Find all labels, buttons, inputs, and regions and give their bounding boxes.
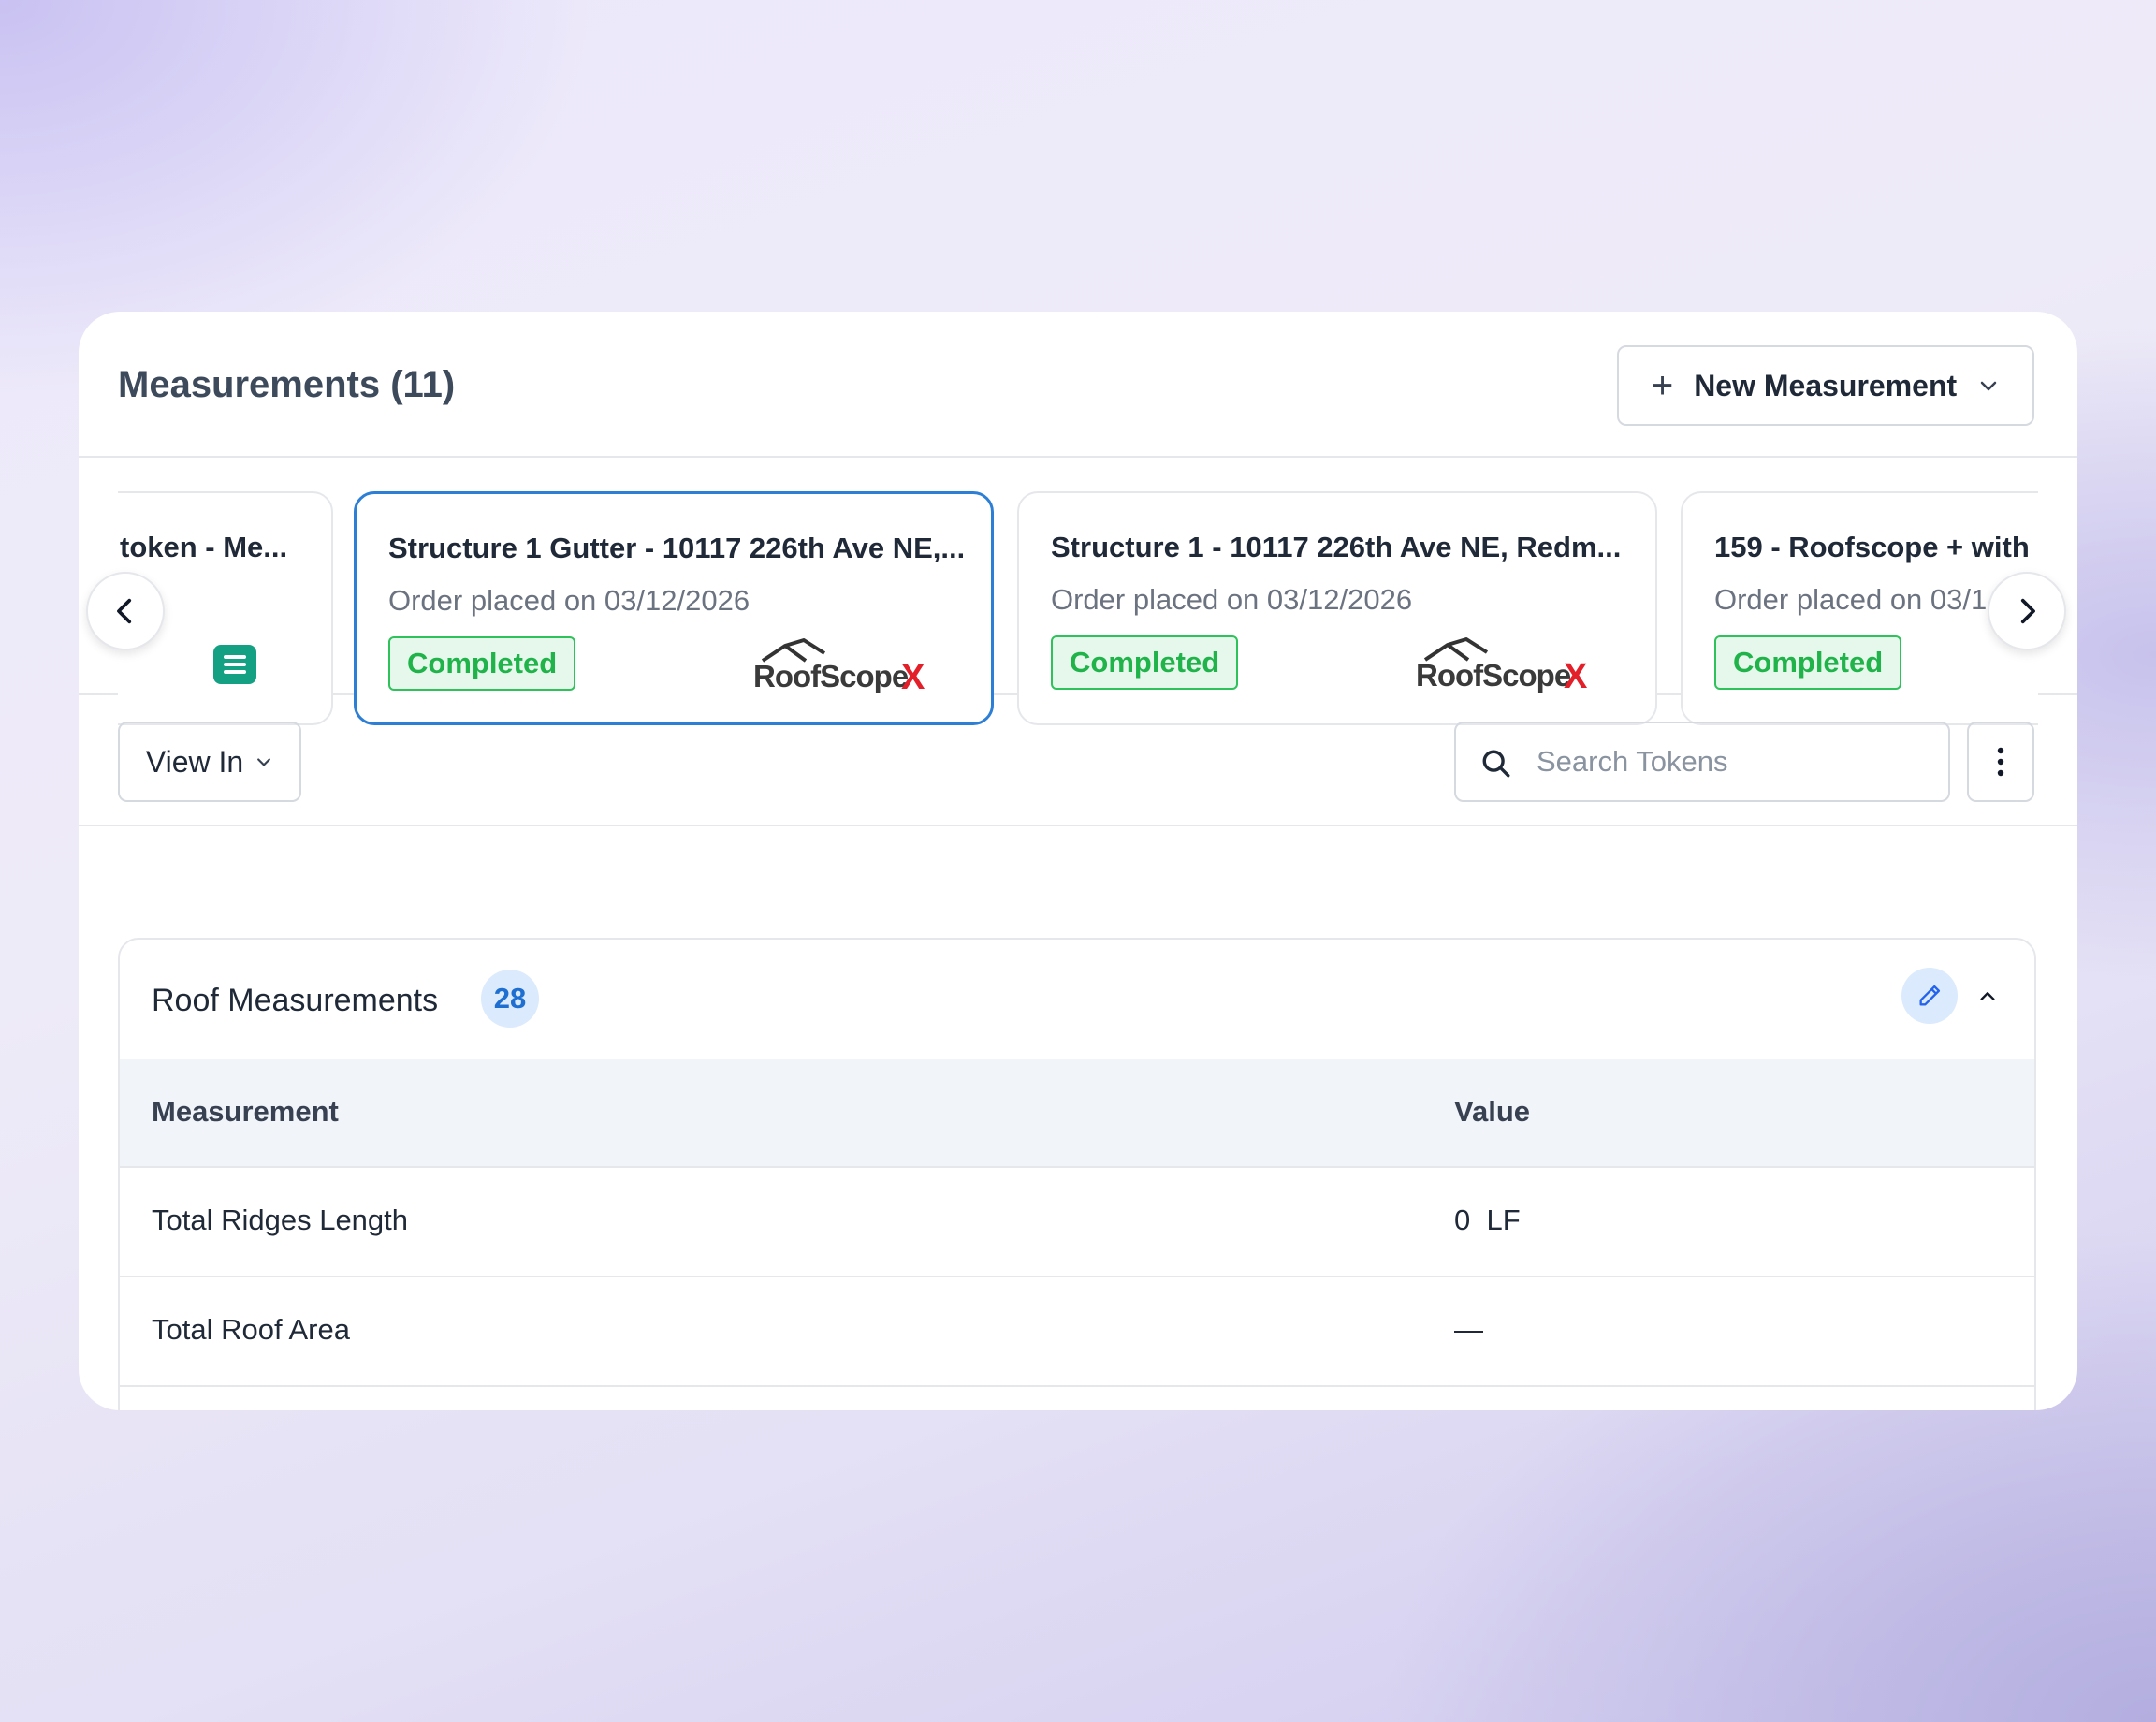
card-title: Structure 1 - 10117 226th Ave NE, Redm..…: [1051, 531, 1622, 563]
plus-icon: +: [1651, 365, 1674, 406]
measurement-value: 0 LF: [1454, 1204, 1521, 1236]
carousel-next-button[interactable]: [1988, 572, 2066, 650]
table-row: Total Ridges Length 0 LF: [120, 1168, 2034, 1277]
table-row: Total Roof Area —: [120, 1277, 2034, 1387]
chevron-down-icon: [1980, 381, 1997, 391]
chevron-up-icon: [1980, 992, 1995, 1000]
view-in-dropdown[interactable]: View In: [118, 722, 301, 802]
column-header-measurement: Measurement: [152, 1095, 339, 1128]
search-box: [1454, 722, 1950, 802]
card-order-date: Order placed on 03/12/2026: [1051, 583, 1413, 616]
search-icon: [1482, 750, 1510, 778]
edit-button[interactable]: [1901, 968, 1958, 1024]
carousel-track: token - Me... Structure 1 Gutter - 10117…: [118, 491, 2038, 725]
new-measurement-button[interactable]: + New Measurement: [1617, 345, 2034, 426]
count-badge: 28: [481, 970, 539, 1028]
search-input[interactable]: [1537, 733, 1930, 791]
measurement-card[interactable]: Structure 1 - 10117 226th Ave NE, Redm..…: [1017, 491, 1657, 725]
measurement-name: Total Roof Area: [152, 1313, 350, 1346]
chevron-down-icon: [257, 758, 271, 766]
view-in-label: View In: [145, 744, 244, 779]
pencil-icon: [1919, 985, 1941, 1006]
section-header: Roof Measurements 28: [120, 940, 2034, 1059]
carousel-prev-button[interactable]: [86, 572, 165, 650]
measurement-card[interactable]: Structure 1 Gutter - 10117 226th Ave NE,…: [354, 491, 994, 725]
measurement-name: Total Ridges Length: [152, 1204, 409, 1236]
svg-text:X: X: [1564, 657, 1588, 696]
panel-header: Measurements (11) + New Measurement: [79, 312, 2077, 458]
card-title: 159 - Roofscope + with: [1714, 531, 2030, 563]
section-title: Roof Measurements: [152, 983, 439, 1018]
svg-text:X: X: [901, 658, 925, 697]
chevron-left-icon: [117, 598, 132, 624]
roofscopex-logo: RoofScope X: [753, 638, 925, 697]
card-order-date: Order placed on 03/12/2026: [388, 584, 750, 617]
measurement-value: —: [1454, 1313, 1483, 1346]
measurements-panel: Measurements (11) + New Measurement toke…: [79, 312, 2077, 1410]
page-title: Measurements (11): [118, 364, 456, 405]
more-vertical-icon: [1997, 747, 2004, 777]
chevron-right-icon: [2020, 598, 2035, 624]
status-badge: Completed: [1051, 635, 1239, 690]
roof-measurements-section: Roof Measurements 28 Measurement Value T…: [118, 938, 2036, 1410]
roofscopex-logo: RoofScope X: [1416, 637, 1588, 696]
status-badge: Completed: [388, 636, 576, 691]
new-measurement-label: New Measurement: [1694, 368, 1958, 402]
card-title: token - Me...: [120, 531, 288, 563]
toolbar: View In: [79, 695, 2077, 826]
table-header: Measurement Value: [120, 1059, 2034, 1168]
measurement-carousel: token - Me... Structure 1 Gutter - 10117…: [79, 458, 2077, 725]
collapse-button[interactable]: [1969, 977, 2006, 1014]
more-options-button[interactable]: [1967, 722, 2034, 802]
card-title: Structure 1 Gutter - 10117 226th Ave NE,…: [388, 532, 963, 564]
document-list-icon: [213, 645, 256, 684]
svg-text:RoofScope: RoofScope: [753, 659, 909, 693]
status-badge: Completed: [1714, 635, 1902, 690]
svg-text:RoofScope: RoofScope: [1416, 658, 1571, 693]
column-header-value: Value: [1454, 1095, 1530, 1128]
measurement-card[interactable]: 159 - Roofscope + with Order placed on 0…: [1681, 491, 2038, 725]
